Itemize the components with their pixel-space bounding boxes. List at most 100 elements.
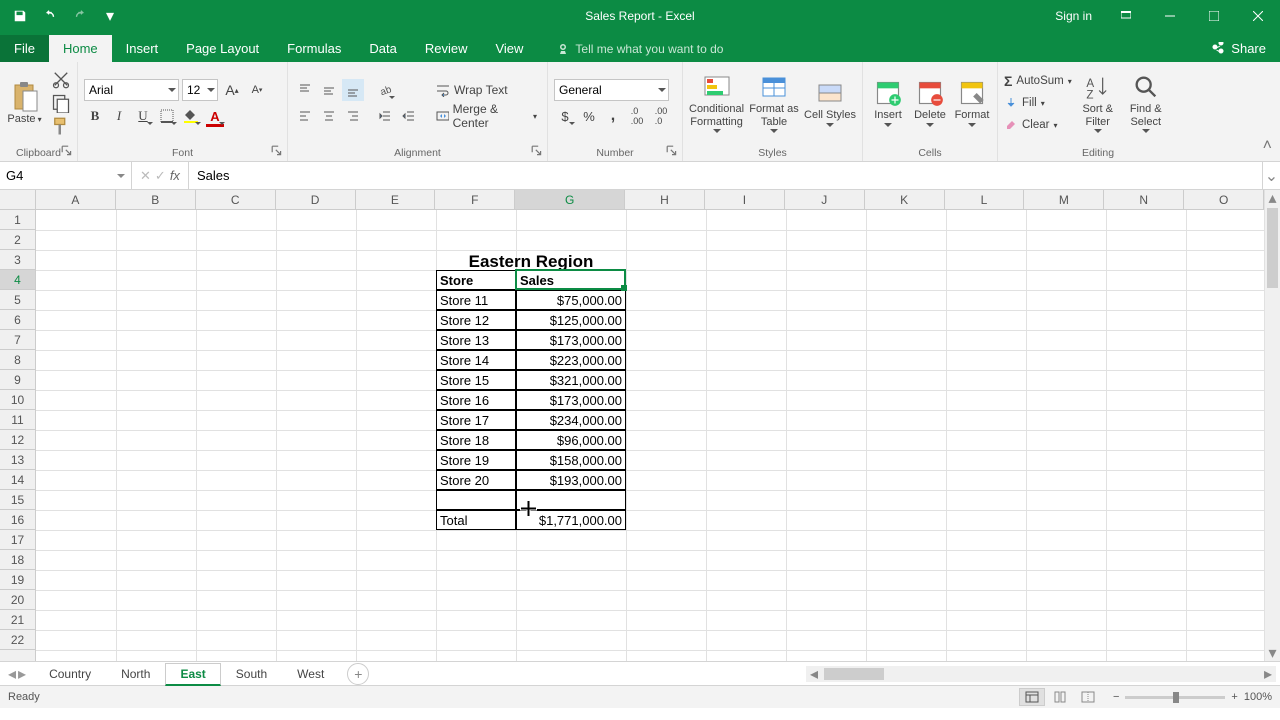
- sheet-tab[interactable]: West: [282, 663, 339, 685]
- row-header[interactable]: 11: [0, 410, 35, 430]
- name-box[interactable]: G4: [0, 162, 132, 189]
- row-header[interactable]: 2: [0, 230, 35, 250]
- horizontal-scrollbar[interactable]: ◂ ▸: [806, 666, 1276, 682]
- dialog-launcher-icon[interactable]: [666, 145, 678, 157]
- cell[interactable]: Store 13: [436, 330, 516, 350]
- tab-page-layout[interactable]: Page Layout: [172, 35, 273, 62]
- column-header[interactable]: L: [945, 190, 1025, 209]
- decrease-decimal-icon[interactable]: .00.0: [650, 105, 672, 127]
- dialog-launcher-icon[interactable]: [271, 145, 283, 157]
- format-painter-icon[interactable]: [51, 117, 71, 137]
- cell[interactable]: Store: [436, 270, 516, 290]
- comma-format-icon[interactable]: ,: [602, 105, 624, 127]
- tab-data[interactable]: Data: [355, 35, 410, 62]
- sheet-tab[interactable]: East: [165, 663, 220, 686]
- sheet-nav-prev-icon[interactable]: ◂: [8, 664, 16, 684]
- decrease-indent-icon[interactable]: [374, 105, 396, 127]
- accounting-format-icon[interactable]: $: [554, 105, 576, 127]
- row-header[interactable]: 17: [0, 530, 35, 550]
- row-header[interactable]: 1: [0, 210, 35, 230]
- column-header[interactable]: G: [515, 190, 625, 209]
- cell-styles-button[interactable]: Cell Styles: [804, 77, 856, 128]
- cell[interactable]: $321,000.00: [516, 370, 626, 390]
- cells-area[interactable]: Eastern RegionStoreSalesStore 11$75,000.…: [36, 210, 1264, 661]
- column-header[interactable]: E: [356, 190, 436, 209]
- expand-formula-bar-icon[interactable]: ⌄: [1262, 162, 1280, 189]
- scroll-thumb[interactable]: [1267, 208, 1278, 288]
- cell[interactable]: Store 15: [436, 370, 516, 390]
- undo-icon[interactable]: [40, 6, 60, 26]
- select-all-corner[interactable]: [0, 190, 36, 210]
- increase-indent-icon[interactable]: [398, 105, 420, 127]
- sheet-tab[interactable]: North: [106, 663, 165, 685]
- find-select-button[interactable]: Find & Select: [1124, 71, 1168, 134]
- page-break-view-icon[interactable]: [1075, 688, 1101, 706]
- scroll-down-icon[interactable]: ▾: [1265, 645, 1280, 661]
- column-header[interactable]: C: [196, 190, 276, 209]
- insert-function-icon[interactable]: fx: [170, 168, 180, 183]
- cell[interactable]: Store 11: [436, 290, 516, 310]
- percent-format-icon[interactable]: %: [578, 105, 600, 127]
- dialog-launcher-icon[interactable]: [61, 145, 73, 157]
- tab-formulas[interactable]: Formulas: [273, 35, 355, 62]
- font-size-combo[interactable]: 12: [182, 79, 218, 101]
- row-header[interactable]: 3: [0, 250, 35, 270]
- underline-button[interactable]: U: [132, 105, 154, 127]
- column-header[interactable]: N: [1104, 190, 1184, 209]
- row-header[interactable]: 5: [0, 290, 35, 310]
- italic-button[interactable]: I: [108, 105, 130, 127]
- close-icon[interactable]: [1236, 0, 1280, 32]
- vertical-scrollbar[interactable]: ▴ ▾: [1264, 190, 1280, 661]
- format-as-table-button[interactable]: Format as Table: [748, 71, 800, 134]
- number-format-combo[interactable]: General: [554, 79, 669, 101]
- fill-button[interactable]: Fill ▾: [1004, 93, 1072, 113]
- row-header[interactable]: 13: [0, 450, 35, 470]
- ribbon-display-options-icon[interactable]: [1104, 0, 1148, 32]
- paste-button[interactable]: Paste ▾: [6, 81, 43, 125]
- align-middle-icon[interactable]: [318, 79, 340, 101]
- increase-font-icon[interactable]: A▴: [221, 79, 243, 101]
- orientation-icon[interactable]: ab: [374, 79, 396, 101]
- cell[interactable]: $173,000.00: [516, 330, 626, 350]
- column-header[interactable]: O: [1184, 190, 1264, 209]
- align-top-icon[interactable]: [294, 79, 316, 101]
- cell[interactable]: $173,000.00: [516, 390, 626, 410]
- cell[interactable]: $234,000.00: [516, 410, 626, 430]
- tab-view[interactable]: View: [481, 35, 537, 62]
- column-header[interactable]: H: [625, 190, 705, 209]
- cell[interactable]: $193,000.00: [516, 470, 626, 490]
- row-header[interactable]: 7: [0, 330, 35, 350]
- cell[interactable]: $223,000.00: [516, 350, 626, 370]
- cell[interactable]: Store 20: [436, 470, 516, 490]
- column-header[interactable]: K: [865, 190, 945, 209]
- column-header[interactable]: J: [785, 190, 865, 209]
- share-button[interactable]: Share: [1197, 35, 1280, 62]
- align-bottom-icon[interactable]: [342, 79, 364, 101]
- delete-cells-button[interactable]: Delete: [911, 77, 949, 128]
- page-layout-view-icon[interactable]: [1047, 688, 1073, 706]
- tab-file[interactable]: File: [0, 35, 49, 62]
- cell[interactable]: $75,000.00: [516, 290, 626, 310]
- scroll-left-icon[interactable]: ◂: [806, 664, 822, 684]
- redo-icon[interactable]: [70, 6, 90, 26]
- row-header[interactable]: 19: [0, 570, 35, 590]
- increase-decimal-icon[interactable]: .0.00: [626, 105, 648, 127]
- zoom-level[interactable]: 100%: [1244, 691, 1272, 703]
- cell[interactable]: $158,000.00: [516, 450, 626, 470]
- row-header[interactable]: 10: [0, 390, 35, 410]
- column-header[interactable]: D: [276, 190, 356, 209]
- align-center-icon[interactable]: [318, 105, 340, 127]
- cell[interactable]: Store 12: [436, 310, 516, 330]
- merge-center-button[interactable]: Merge & Center ▾: [432, 105, 541, 127]
- tab-insert[interactable]: Insert: [112, 35, 173, 62]
- row-header[interactable]: 15: [0, 490, 35, 510]
- row-header[interactable]: 12: [0, 430, 35, 450]
- column-header[interactable]: M: [1024, 190, 1104, 209]
- cell[interactable]: Sales: [516, 270, 626, 290]
- zoom-out-icon[interactable]: −: [1113, 691, 1119, 703]
- cell[interactable]: Store 19: [436, 450, 516, 470]
- new-sheet-button[interactable]: +: [347, 663, 369, 685]
- row-header[interactable]: 20: [0, 590, 35, 610]
- cell[interactable]: [516, 490, 626, 510]
- column-header[interactable]: F: [435, 190, 515, 209]
